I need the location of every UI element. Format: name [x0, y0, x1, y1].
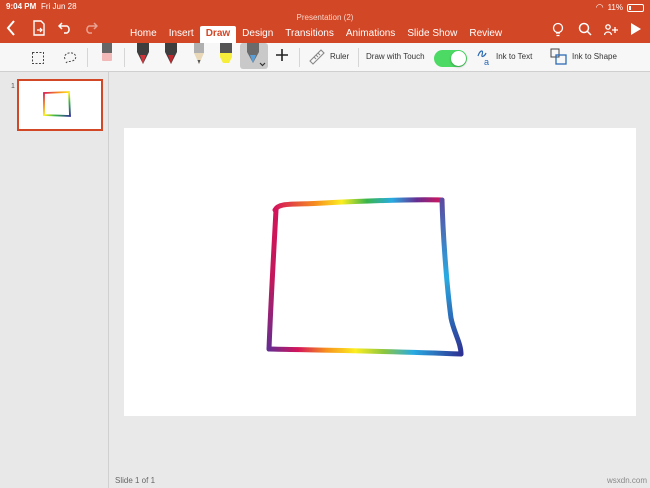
- tab-transitions[interactable]: Transitions: [279, 26, 340, 43]
- ink-to-shape-button[interactable]: Ink to Shape: [572, 52, 617, 61]
- back-icon[interactable]: [6, 20, 16, 39]
- status-time: 9:04 PM: [6, 2, 37, 11]
- tab-draw[interactable]: Draw: [199, 26, 237, 43]
- play-icon[interactable]: [630, 22, 642, 39]
- share-icon[interactable]: [603, 22, 618, 39]
- tab-design[interactable]: Design: [236, 26, 279, 43]
- rainbow-ink-drawing[interactable]: [124, 128, 636, 416]
- tab-slide-show[interactable]: Slide Show: [401, 26, 463, 43]
- rainbow-pen-icon[interactable]: [240, 43, 268, 69]
- tab-insert[interactable]: Insert: [163, 26, 200, 43]
- ink-to-text-button[interactable]: Ink to Text: [496, 52, 532, 61]
- tab-animations[interactable]: Animations: [340, 26, 401, 43]
- lasso-select-icon[interactable]: [62, 51, 78, 70]
- toolbar-divider: [299, 48, 300, 67]
- redo-icon[interactable]: [84, 20, 99, 37]
- status-date: Fri Jun 28: [41, 2, 77, 11]
- undo-icon[interactable]: [57, 20, 72, 37]
- eraser-icon[interactable]: [100, 43, 114, 70]
- watermark: wsxdn.com: [606, 476, 647, 485]
- title-bar: 9:04 PM Fri Jun 28 Presentation (2) ◠ 11…: [0, 0, 650, 43]
- svg-text:a: a: [484, 57, 489, 67]
- ink-to-text-icon[interactable]: a: [476, 47, 494, 72]
- pencil-icon[interactable]: [190, 43, 208, 70]
- lightbulb-icon[interactable]: [552, 22, 564, 41]
- add-pen-icon[interactable]: [275, 48, 289, 67]
- select-objects-icon[interactable]: [31, 51, 45, 70]
- search-icon[interactable]: [578, 22, 592, 39]
- draw-with-touch-toggle[interactable]: [434, 50, 467, 67]
- wifi-icon: ◠: [595, 2, 604, 12]
- pen-icon[interactable]: [162, 43, 180, 70]
- draw-with-touch-label: Draw with Touch: [366, 52, 425, 61]
- slide-thumbnail[interactable]: [17, 79, 103, 131]
- toolbar-divider: [358, 48, 359, 67]
- slide-number: 1: [11, 83, 15, 90]
- slide-status: Slide 1 of 1: [115, 476, 156, 485]
- status-indicators: ◠ 11%: [596, 2, 644, 13]
- toolbar-divider: [124, 48, 125, 67]
- toolbar-divider: [87, 48, 88, 67]
- tab-home[interactable]: Home: [124, 26, 163, 43]
- slide-canvas[interactable]: [124, 128, 636, 416]
- pen-icon[interactable]: [134, 43, 152, 70]
- ruler-button[interactable]: Ruler: [330, 52, 349, 61]
- file-icon[interactable]: [32, 20, 46, 39]
- ink-to-shape-icon[interactable]: [549, 47, 569, 72]
- slides-pane: 1: [0, 72, 109, 488]
- ribbon-tabs: Home Insert Draw Design Transitions Anim…: [124, 26, 508, 43]
- highlighter-icon[interactable]: [217, 43, 235, 70]
- draw-toolbar: Ruler Draw with Touch a Ink to Text Ink …: [0, 43, 650, 72]
- battery-percent: 11%: [607, 3, 623, 12]
- tab-review[interactable]: Review: [463, 26, 508, 43]
- battery-icon: [627, 3, 644, 12]
- ruler-icon[interactable]: [308, 48, 326, 71]
